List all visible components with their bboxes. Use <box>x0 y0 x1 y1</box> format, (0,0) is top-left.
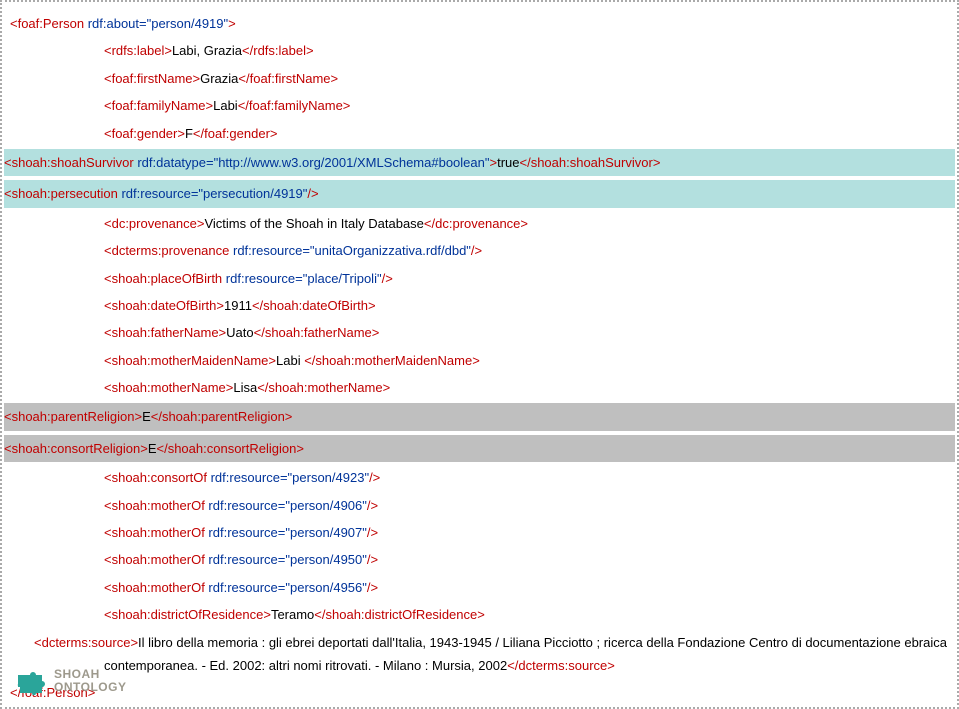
code-line: <shoah:motherOf rdf:resource="person/495… <box>4 546 955 573</box>
code-line: <shoah:dateOfBirth>1911</shoah:dateOfBir… <box>4 292 955 319</box>
closing-tag: </foaf:Person> <box>4 679 955 706</box>
code-line: <shoah:districtOfResidence>Teramo</shoah… <box>4 601 955 628</box>
footer-text: SHOAH ONTOLOGY <box>54 668 126 694</box>
code-line: <shoah:consortReligion>E</shoah:consortR… <box>4 433 955 464</box>
code-line: <shoah:motherMaidenName>Labi </shoah:mot… <box>4 347 955 374</box>
code-line: <dc:provenance>Victims of the Shoah in I… <box>4 210 955 237</box>
xml-code-block: <foaf:Person rdf:about="person/4919"><rd… <box>4 10 955 629</box>
code-line: <shoah:parentReligion>E</shoah:parentRel… <box>4 401 955 432</box>
source-line: <dcterms:source>Il libro della memoria :… <box>4 629 955 680</box>
code-line: <foaf:familyName>Labi</foaf:familyName> <box>4 92 955 119</box>
code-line: <shoah:motherName>Lisa</shoah:motherName… <box>4 374 955 401</box>
code-line: <foaf:Person rdf:about="person/4919"> <box>4 10 955 37</box>
code-line: <shoah:shoahSurvivor rdf:datatype="http:… <box>4 147 955 178</box>
code-line: <foaf:firstName>Grazia</foaf:firstName> <box>4 65 955 92</box>
code-line: <shoah:motherOf rdf:resource="person/490… <box>4 492 955 519</box>
code-line: <foaf:gender>F</foaf:gender> <box>4 120 955 147</box>
footer-logo: SHOAH ONTOLOGY <box>12 663 126 699</box>
tag-close: </dcterms:source> <box>507 658 615 673</box>
code-line: <shoah:motherOf rdf:resource="person/490… <box>4 519 955 546</box>
code-line: <shoah:placeOfBirth rdf:resource="place/… <box>4 265 955 292</box>
puzzle-icon <box>12 663 48 699</box>
code-line: <dcterms:provenance rdf:resource="unitaO… <box>4 237 955 264</box>
code-line: <shoah:consortOf rdf:resource="person/49… <box>4 464 955 491</box>
code-line: <shoah:fatherName>Uato</shoah:fatherName… <box>4 319 955 346</box>
code-line: <shoah:motherOf rdf:resource="person/495… <box>4 574 955 601</box>
code-line: <shoah:persecution rdf:resource="persecu… <box>4 178 955 209</box>
tag-open: <dcterms:source> <box>34 635 138 650</box>
code-line: <rdfs:label>Labi, Grazia</rdfs:label> <box>4 37 955 64</box>
